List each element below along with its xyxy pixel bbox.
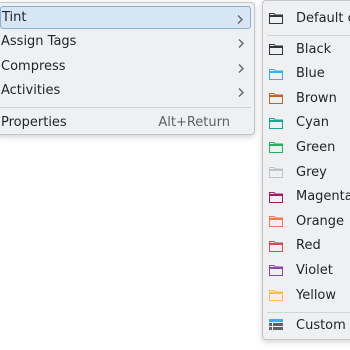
menu-separator bbox=[0, 107, 251, 108]
menu-item-activities[interactable]: Activities bbox=[0, 79, 251, 102]
submenu-item-magenta[interactable]: Magenta bbox=[269, 186, 350, 208]
folder-icon bbox=[269, 166, 283, 178]
submenu-item-brown[interactable]: Brown bbox=[269, 87, 337, 109]
menu-item-assign-tags[interactable]: Assign Tags bbox=[0, 30, 251, 53]
menu-item-label: Tint bbox=[2, 10, 27, 25]
menu-item-label: Properties bbox=[1, 115, 67, 130]
folder-icon bbox=[269, 141, 283, 154]
custom-icon-icon bbox=[269, 319, 283, 331]
submenu-item-label: Orange bbox=[296, 213, 345, 229]
folder-icon bbox=[269, 12, 283, 24]
submenu-item-label: Violet bbox=[296, 262, 333, 278]
tint-submenu: Default c Black Blue Brown Cyan Green Grey Mag… bbox=[262, 0, 350, 340]
chevron-right-icon bbox=[238, 87, 245, 97]
submenu-item-label: Custom ic bbox=[296, 317, 350, 333]
menu-item-label: Assign Tags bbox=[1, 34, 77, 49]
folder-icon bbox=[269, 68, 283, 80]
submenu-item-orange[interactable]: Orange bbox=[269, 210, 344, 232]
submenu-item-label: Blue bbox=[296, 66, 325, 82]
folder-icon bbox=[269, 240, 283, 252]
submenu-item-blue[interactable]: Blue bbox=[269, 63, 325, 85]
submenu-item-custom-icon[interactable]: Custom ic bbox=[269, 314, 350, 336]
submenu-item-label: Default c bbox=[296, 10, 350, 26]
submenu-item-label: Magenta bbox=[296, 189, 350, 205]
menu-item-compress[interactable]: Compress bbox=[0, 55, 251, 78]
chevron-right-icon bbox=[238, 63, 245, 73]
submenu-item-yellow[interactable]: Yellow bbox=[269, 284, 336, 306]
submenu-item-cyan[interactable]: Cyan bbox=[269, 112, 329, 134]
context-menu: Tint Assign Tags Compress Activities Pro… bbox=[0, 2, 255, 135]
folder-icon bbox=[269, 117, 283, 129]
submenu-item-default-color[interactable]: Default c bbox=[269, 7, 350, 29]
folder-icon bbox=[269, 289, 283, 301]
submenu-item-label: Cyan bbox=[296, 115, 329, 131]
submenu-item-red[interactable]: Red bbox=[269, 235, 321, 257]
submenu-item-label: Black bbox=[296, 41, 332, 57]
menu-item-label: Activities bbox=[1, 83, 61, 98]
submenu-item-label: Brown bbox=[296, 90, 337, 106]
menu-item-properties[interactable]: Properties Alt+Return bbox=[0, 111, 251, 134]
menu-item-label: Compress bbox=[1, 59, 66, 74]
folder-icon bbox=[269, 264, 283, 277]
menu-separator bbox=[267, 35, 350, 36]
folder-icon bbox=[269, 191, 283, 203]
submenu-item-label: Red bbox=[296, 238, 321, 254]
chevron-right-icon bbox=[237, 14, 244, 24]
submenu-item-green[interactable]: Green bbox=[269, 136, 335, 158]
folder-icon bbox=[269, 92, 283, 105]
menu-separator bbox=[267, 312, 350, 313]
chevron-right-icon bbox=[238, 38, 245, 48]
submenu-item-label: Grey bbox=[296, 164, 327, 180]
submenu-item-label: Green bbox=[296, 139, 336, 155]
submenu-item-violet[interactable]: Violet bbox=[269, 259, 333, 281]
submenu-item-grey[interactable]: Grey bbox=[269, 161, 327, 183]
menu-item-tint[interactable]: Tint bbox=[0, 6, 251, 29]
folder-icon bbox=[269, 215, 283, 228]
folder-icon bbox=[269, 43, 283, 55]
submenu-item-black[interactable]: Black bbox=[269, 38, 331, 60]
submenu-item-label: Yellow bbox=[296, 287, 337, 303]
shortcut-label: Alt+Return bbox=[158, 115, 230, 130]
